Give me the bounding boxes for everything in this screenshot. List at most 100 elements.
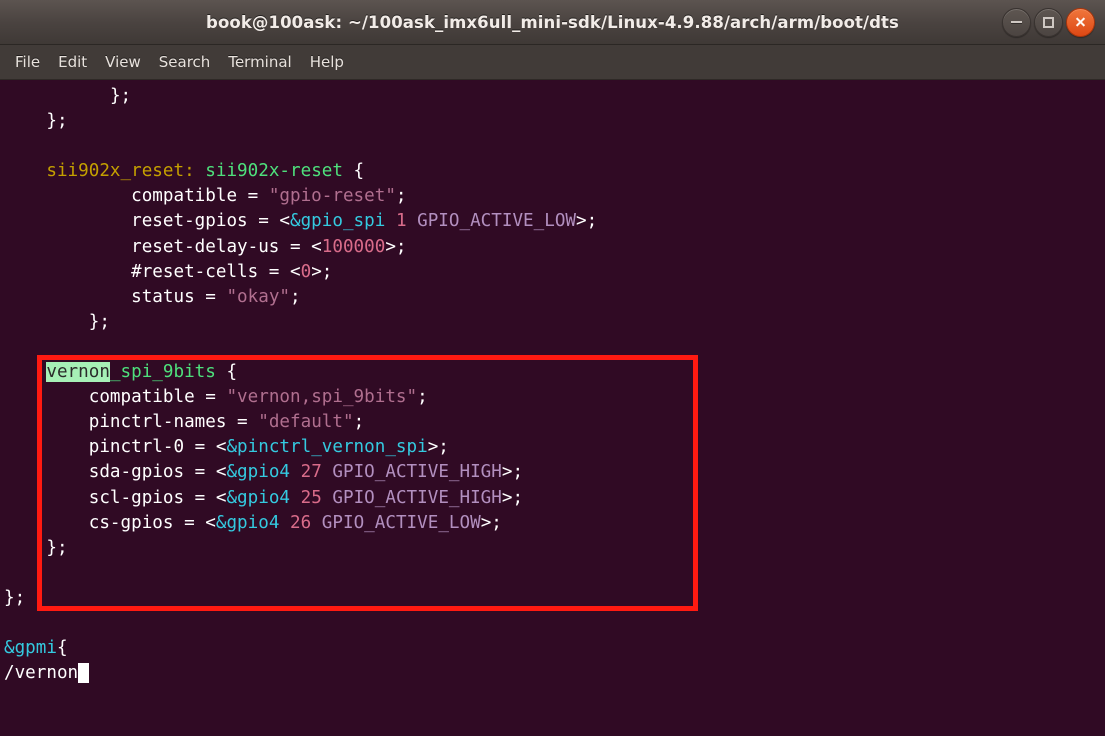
code-token: ;: [353, 412, 365, 433]
code-token: #reset-cells = <: [131, 261, 301, 282]
code-token: &gpio4: [215, 512, 280, 533]
code-token: >;: [311, 261, 333, 282]
code-token: {: [342, 161, 365, 182]
terminal-line: cs-gpios = <&gpio4 26 GPIO_ACTIVE_LOW>;: [4, 511, 1105, 536]
code-token: _spi_9bits: [109, 362, 216, 383]
code-token: };: [88, 311, 110, 332]
code-token: status =: [131, 286, 227, 307]
terminal-line: };: [4, 84, 1105, 109]
terminal-window: book@100ask: ~/100ask_imx6ull_mini-sdk/L…: [0, 0, 1105, 736]
menu-item-view[interactable]: View: [96, 50, 150, 74]
code-token: sda-gpios = <: [88, 462, 227, 483]
code-token: 26: [290, 512, 312, 533]
code-token: 0: [300, 261, 312, 282]
terminal-line: compatible = "vernon,spi_9bits";: [4, 385, 1105, 410]
code-token: ;: [290, 286, 301, 307]
code-token: };: [4, 587, 26, 608]
code-token: compatible =: [131, 186, 269, 207]
terminal-line: };: [4, 536, 1105, 561]
terminal-line: status = "okay";: [4, 285, 1105, 310]
terminal-line: scl-gpios = <&gpio4 25 GPIO_ACTIVE_HIGH>…: [4, 486, 1105, 511]
code-token: reset-gpios = <: [131, 211, 290, 232]
menu-item-file[interactable]: File: [6, 50, 49, 74]
minimize-button[interactable]: [1002, 7, 1031, 37]
title-bar: book@100ask: ~/100ask_imx6ull_mini-sdk/L…: [0, 0, 1105, 45]
code-token: &gpio4: [226, 462, 291, 483]
terminal-content-area[interactable]: }; }; sii902x_reset: sii902x-reset { com…: [0, 80, 1105, 736]
code-token: &pinctrl_vernon_spi: [226, 437, 428, 458]
code-token: 27: [300, 462, 322, 483]
code-token: "vernon,spi_9bits": [226, 387, 418, 408]
minimize-icon: [1011, 21, 1022, 23]
maximize-icon: [1043, 16, 1054, 28]
menu-item-terminal[interactable]: Terminal: [219, 50, 300, 74]
menu-item-edit[interactable]: Edit: [49, 50, 96, 74]
code-token: >;: [576, 211, 598, 232]
terminal-line: };: [4, 586, 1105, 611]
code-token: };: [46, 111, 68, 132]
code-token: sii902x_reset:: [46, 161, 195, 182]
code-token: GPIO_ACTIVE_HIGH: [332, 462, 502, 483]
code-token: >;: [385, 236, 407, 257]
code-token: &gpio_spi: [290, 211, 386, 232]
code-token: };: [46, 537, 68, 558]
code-token: GPIO_ACTIVE_HIGH: [332, 487, 502, 508]
terminal-line: sda-gpios = <&gpio4 27 GPIO_ACTIVE_HIGH>…: [4, 460, 1105, 485]
code-token: cs-gpios = <: [88, 512, 216, 533]
terminal-line: pinctrl-names = "default";: [4, 410, 1105, 435]
close-button[interactable]: [1066, 7, 1095, 37]
code-token: >;: [501, 487, 524, 508]
terminal-line: pinctrl-0 = <&pinctrl_vernon_spi>;: [4, 435, 1105, 460]
search-match-highlight: vernon: [46, 362, 110, 383]
code-token: &gpio4: [226, 487, 291, 508]
close-icon: [1075, 17, 1086, 28]
menu-item-help[interactable]: Help: [301, 50, 353, 74]
terminal-line: };: [4, 109, 1105, 134]
menu-item-search[interactable]: Search: [150, 50, 220, 74]
code-token: GPIO_ACTIVE_LOW: [321, 512, 481, 533]
maximize-button[interactable]: [1034, 7, 1063, 37]
code-token: &gpmi: [4, 638, 57, 659]
code-token: pinctrl-names =: [88, 412, 259, 433]
code-token: {: [56, 638, 68, 659]
code-token: 100000: [321, 236, 386, 257]
terminal-line: reset-gpios = <&gpio_spi 1 GPIO_ACTIVE_L…: [4, 209, 1105, 234]
code-token: };: [109, 86, 132, 106]
code-token: /vernon: [4, 663, 79, 684]
terminal-line: vernon_spi_9bits {: [4, 360, 1105, 385]
terminal-line: compatible = "gpio-reset";: [4, 184, 1105, 209]
code-token: >;: [501, 462, 524, 483]
code-token: >;: [427, 437, 449, 458]
terminal-text-buffer: }; }; sii902x_reset: sii902x-reset { com…: [4, 84, 1105, 686]
terminal-line: };: [4, 310, 1105, 335]
menu-bar: File Edit View Search Terminal Help: [0, 45, 1105, 80]
code-token: >;: [480, 512, 502, 533]
terminal-line: reset-delay-us = <100000>;: [4, 235, 1105, 260]
code-token: scl-gpios = <: [88, 487, 227, 508]
